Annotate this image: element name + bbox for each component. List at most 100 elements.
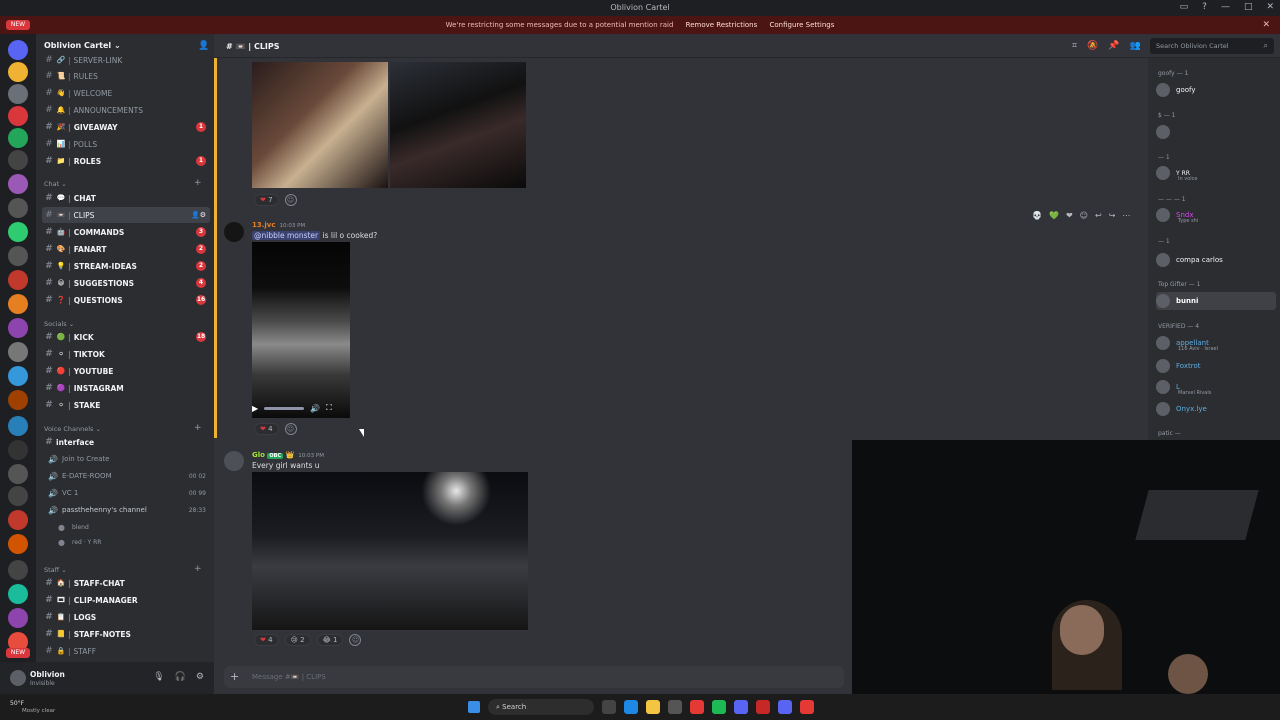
voice-channel[interactable]: 🔊 passthehenny's channel 28:33	[48, 502, 208, 518]
channel-item[interactable]: # 💡 | STREAM-IDEAS 2	[42, 258, 210, 274]
channel-item[interactable]: # 🟢 | KICK 18	[42, 329, 210, 345]
server-icon[interactable]	[8, 62, 28, 82]
channel-item[interactable]: # 📒 | STAFF-NOTES	[42, 626, 210, 642]
category-staff[interactable]: Staff ⌄ +	[44, 564, 202, 574]
add-reaction-icon[interactable]: ☺	[1080, 211, 1088, 220]
server-icon[interactable]	[8, 366, 28, 386]
member-item[interactable]: Y RR In voice	[1156, 164, 1276, 182]
member-item[interactable]: goofy	[1156, 81, 1276, 99]
taskbar-search[interactable]: ⌕ Search	[488, 699, 594, 715]
server-icon[interactable]	[8, 560, 28, 580]
search-input[interactable]: Search Oblivion Cartel ⌕	[1150, 38, 1274, 54]
edge-icon[interactable]	[624, 700, 638, 714]
reaction-green-icon[interactable]: 💚	[1049, 211, 1059, 220]
server-icon[interactable]	[8, 510, 28, 530]
message-composer[interactable]: + Message #📼 | CLIPS	[224, 666, 844, 688]
channel-item[interactable]: # 🎉 | GIVEAWAY 1	[42, 119, 210, 135]
channel-item[interactable]: # 📁 | ROLES 1	[42, 153, 210, 169]
pin-icon[interactable]: 📌	[1108, 41, 1119, 51]
channel-item[interactable]: # ⚪ | TIKTOK	[42, 346, 210, 362]
add-reaction-icon[interactable]: ☺	[284, 423, 297, 435]
headphones-icon[interactable]: 🎧	[175, 672, 186, 682]
avatar[interactable]	[10, 670, 26, 686]
dismiss-notice-icon[interactable]: ✕	[1262, 20, 1270, 30]
discord-icon[interactable]	[734, 700, 748, 714]
member-item[interactable]	[1156, 123, 1276, 141]
voice-user[interactable]: ● red · Y RR	[58, 534, 218, 550]
member-item[interactable]: Sndx Type shi	[1156, 206, 1276, 224]
server-icon[interactable]	[8, 464, 28, 484]
reaction-heart[interactable]: ❤ 4	[254, 423, 279, 435]
forward-icon[interactable]: ↪	[1109, 211, 1116, 220]
channel-item[interactable]: # 🔗 | SERVER-LINK	[42, 52, 210, 68]
member-item[interactable]: Foxtrot	[1156, 357, 1276, 375]
reply-icon[interactable]: ↩	[1095, 211, 1102, 220]
category-chat[interactable]: Chat ⌄ +	[44, 178, 202, 188]
more-icon[interactable]: ⋯	[1122, 211, 1130, 220]
server-icon[interactable]	[8, 342, 28, 362]
channel-item[interactable]: # 🔔 | ANNOUNCEMENTS	[42, 102, 210, 118]
microphone-icon[interactable]: 🎙	[153, 672, 164, 682]
add-reaction-icon[interactable]: ☺	[284, 194, 297, 206]
voice-channel[interactable]: 🔊 E-DATE-ROOM 00 02	[48, 468, 208, 484]
channel-item[interactable]: # ⚪ | STAKE	[42, 397, 210, 413]
reaction-heart[interactable]: ❤ 7	[254, 194, 279, 206]
member-list-icon[interactable]: 👥	[1130, 41, 1141, 51]
help-icon[interactable]: ?	[1202, 2, 1207, 12]
server-icon[interactable]	[8, 318, 28, 338]
app-icon[interactable]	[800, 700, 814, 714]
channel-item[interactable]: # 🔒 | STAFF	[42, 643, 210, 659]
voice-user[interactable]: ● blend	[58, 519, 218, 535]
channel-item-active[interactable]: # 📼 | CLIPS 👤⚙	[42, 207, 210, 223]
server-icon[interactable]	[8, 440, 28, 460]
server-icon[interactable]	[8, 40, 28, 60]
inbox-icon[interactable]: ▭	[1180, 2, 1189, 12]
notification-bell-icon[interactable]: 🔕	[1087, 41, 1098, 51]
server-icon[interactable]	[8, 534, 28, 554]
close-icon[interactable]: ✕	[1266, 2, 1274, 12]
avatar[interactable]	[224, 451, 244, 471]
channel-settings-icon[interactable]: 👤⚙	[191, 211, 206, 219]
app-icon[interactable]	[778, 700, 792, 714]
volume-icon[interactable]: 🔊	[310, 404, 320, 413]
server-icon[interactable]	[8, 270, 28, 290]
server-icon[interactable]	[8, 106, 28, 126]
server-icon[interactable]	[8, 294, 28, 314]
server-name[interactable]: Oblivion Cartel ⌄	[44, 41, 121, 50]
video-attachment[interactable]	[252, 242, 350, 418]
channel-item[interactable]: # 📜 | RULES	[42, 68, 210, 84]
user-mention[interactable]: @nibble monster	[252, 231, 321, 240]
minimize-icon[interactable]: —	[1221, 2, 1230, 12]
channel-item[interactable]: # 📊 | POLLS	[42, 136, 210, 152]
server-icon[interactable]	[8, 416, 28, 436]
video-progress[interactable]	[264, 406, 305, 410]
channel-item[interactable]: # 👋 | WELCOME	[42, 85, 210, 101]
threads-icon[interactable]: ⌗	[1072, 41, 1077, 51]
server-icon[interactable]	[8, 486, 28, 506]
server-icon[interactable]	[8, 608, 28, 628]
app-icon[interactable]	[668, 700, 682, 714]
reaction-skull-icon[interactable]: 💀	[1032, 211, 1042, 220]
server-icon[interactable]	[8, 128, 28, 148]
reaction-heart-icon[interactable]: ❤	[1066, 211, 1073, 220]
channel-item[interactable]: # 🎞 | CLIP-MANAGER	[42, 592, 210, 608]
server-icon[interactable]	[8, 246, 28, 266]
member-item[interactable]: L Marvel Rivals	[1156, 378, 1276, 396]
reaction-laugh[interactable]: 😂 1	[316, 634, 344, 646]
server-icon[interactable]	[8, 198, 28, 218]
member-item[interactable]: compa carlos	[1156, 251, 1276, 269]
remove-restrictions-link[interactable]: Remove Restrictions	[686, 21, 758, 29]
reaction-heart[interactable]: ❤ 4	[254, 634, 279, 646]
attach-plus-icon[interactable]: +	[230, 670, 239, 683]
attachment-image[interactable]	[252, 62, 388, 188]
play-icon[interactable]: ▶	[252, 404, 258, 413]
message-author[interactable]: Glo OBC 👑 10:03 PM	[252, 451, 324, 459]
voice-channel[interactable]: 🔊 Join to Create	[48, 451, 208, 467]
chrome-icon[interactable]	[690, 700, 704, 714]
windows-start-icon[interactable]	[468, 701, 480, 713]
channel-item[interactable]: # 💬 | CHAT	[42, 190, 210, 206]
attachment-image[interactable]	[390, 62, 526, 188]
server-icon[interactable]	[8, 84, 28, 104]
category-voice[interactable]: Voice Channels ⌄ +	[44, 423, 202, 433]
server-icon[interactable]	[8, 584, 28, 604]
